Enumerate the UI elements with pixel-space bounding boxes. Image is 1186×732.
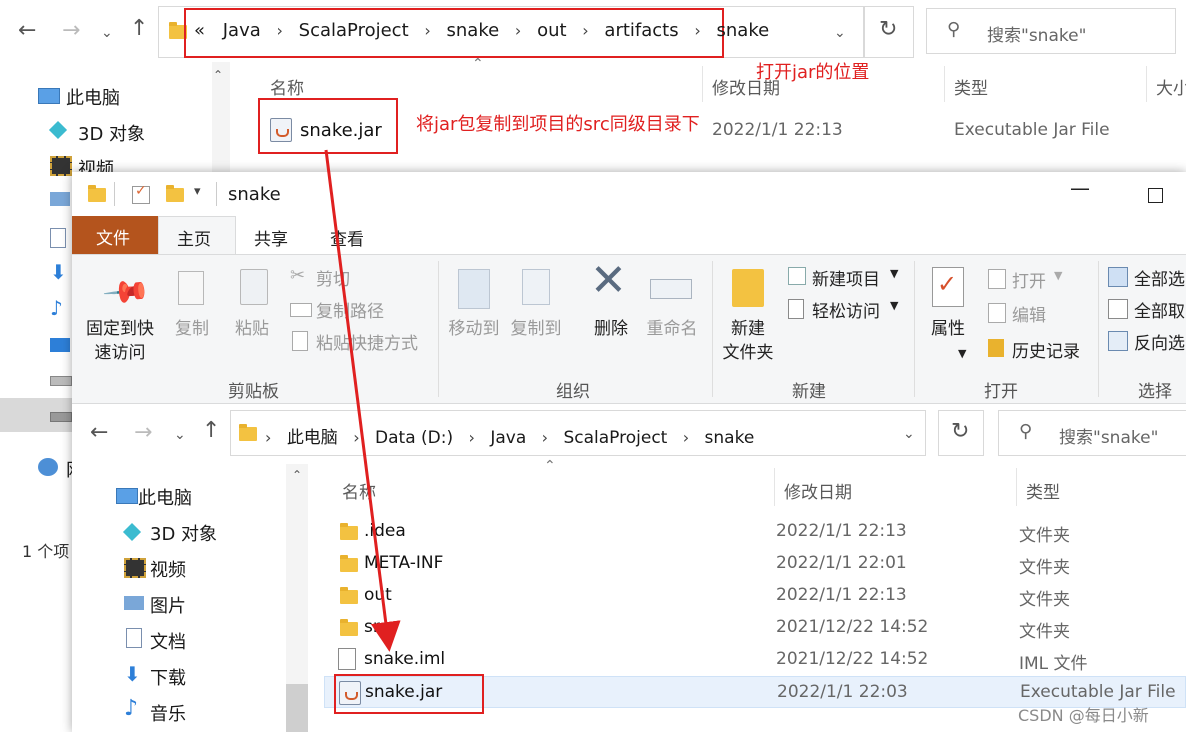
csdn-watermark: CSDN @每日小新	[1018, 706, 1149, 725]
arrow-line	[324, 149, 401, 652]
annotation-arrow	[324, 149, 401, 652]
